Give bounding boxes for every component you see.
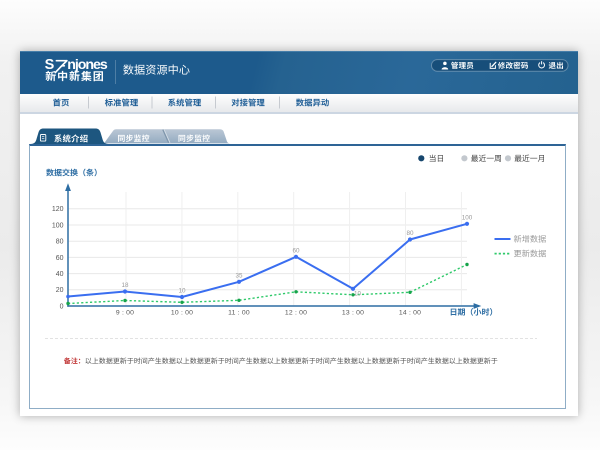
svg-text:10: 10 bbox=[178, 288, 186, 295]
svg-text:10 : 00: 10 : 00 bbox=[171, 310, 193, 317]
svg-text:14 : 00: 14 : 00 bbox=[399, 310, 421, 317]
svg-text:13 : 00: 13 : 00 bbox=[342, 310, 364, 317]
svg-text:80: 80 bbox=[406, 230, 414, 237]
svg-text:S: S bbox=[45, 57, 55, 73]
svg-text:80: 80 bbox=[56, 239, 64, 246]
svg-text:60: 60 bbox=[292, 247, 300, 254]
svg-text:40: 40 bbox=[56, 271, 64, 278]
svg-text:60: 60 bbox=[56, 255, 64, 262]
svg-text:20: 20 bbox=[56, 287, 64, 294]
svg-text:100: 100 bbox=[52, 222, 64, 229]
svg-text:njones: njones bbox=[67, 57, 108, 73]
svg-text:18: 18 bbox=[121, 282, 129, 289]
svg-text:11 : 00: 11 : 00 bbox=[228, 310, 250, 317]
svg-text:100: 100 bbox=[462, 214, 473, 221]
svg-text:120: 120 bbox=[52, 206, 64, 213]
svg-text:10: 10 bbox=[354, 291, 362, 298]
svg-text:12 : 00: 12 : 00 bbox=[285, 310, 307, 317]
svg-text:0: 0 bbox=[60, 303, 64, 310]
svg-text:9 : 00: 9 : 00 bbox=[116, 310, 134, 317]
svg-text:35: 35 bbox=[235, 272, 243, 279]
